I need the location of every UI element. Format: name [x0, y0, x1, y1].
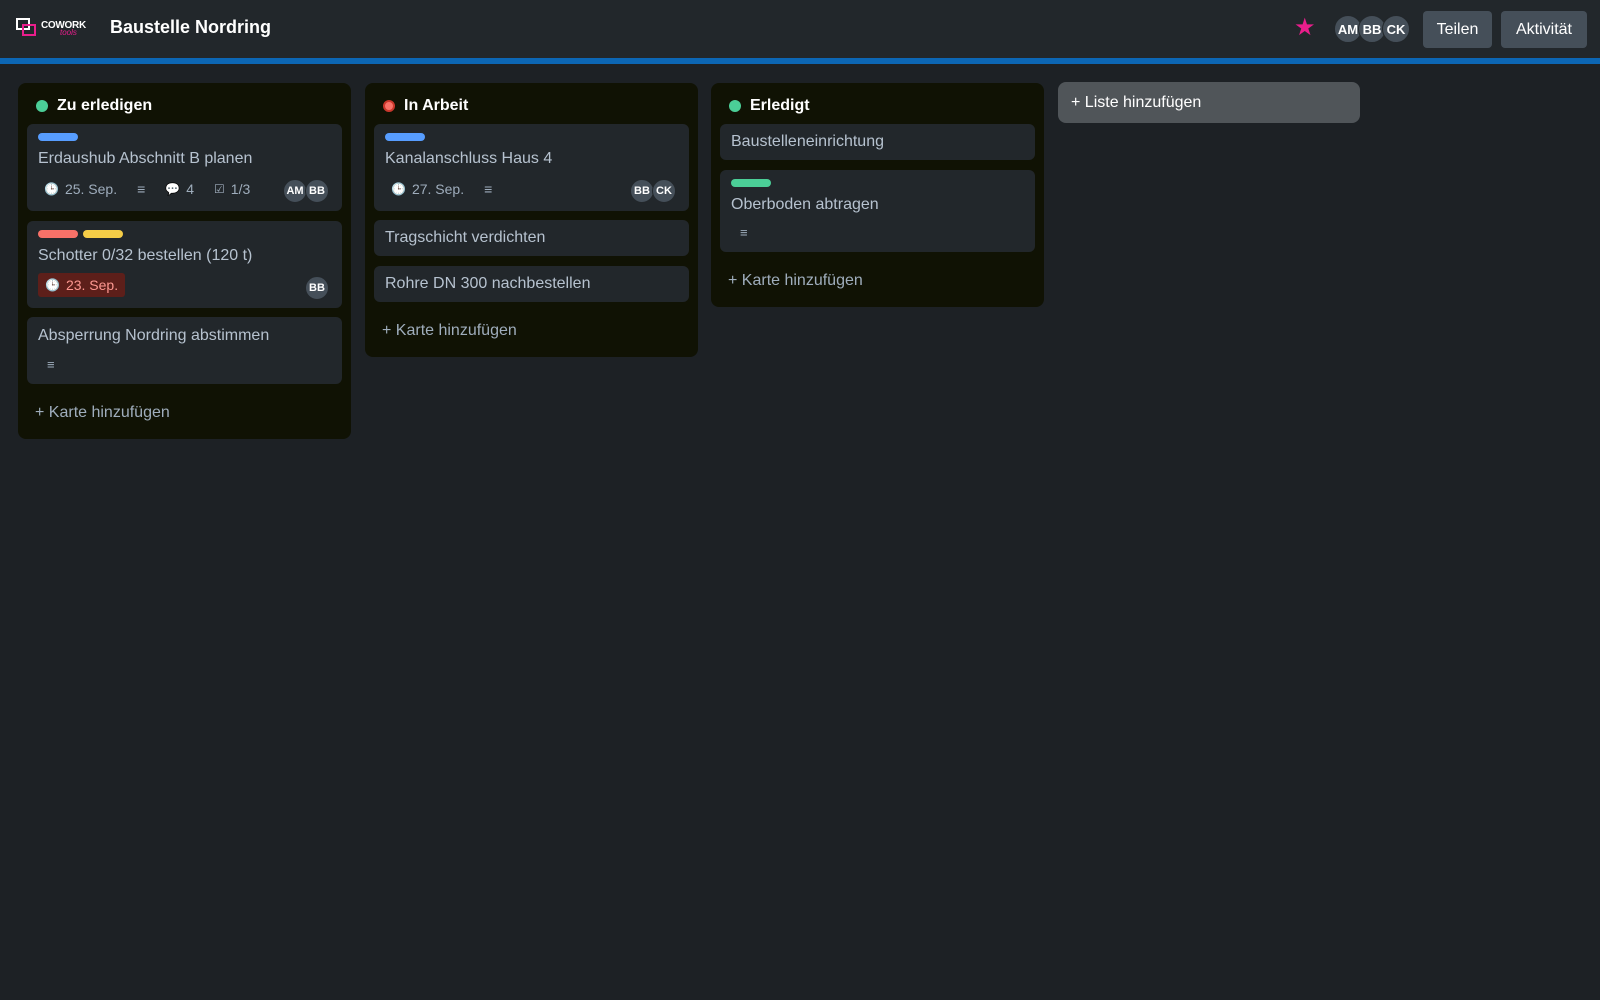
card-labels — [385, 133, 430, 141]
app-logo[interactable]: COWORK tools — [16, 18, 86, 38]
label-blue — [385, 133, 425, 141]
card-title: Absperrung Nordring abstimmen — [38, 327, 270, 344]
due-date: 27. Sep. — [411, 181, 465, 197]
share-button[interactable]: Teilen — [1423, 11, 1492, 48]
star-icon[interactable]: ★ — [1294, 14, 1316, 42]
card-rohre[interactable]: Rohre DN 300 nachbestellen — [374, 266, 689, 302]
label-green — [731, 179, 771, 187]
card-badges: 🕒 25. Sep. ≡ 💬 4 ☑ 1/3 — [44, 181, 270, 197]
avatar[interactable]: CK — [652, 179, 676, 203]
clock-icon: 🕒 — [391, 182, 406, 196]
avatar[interactable]: BB — [305, 179, 329, 203]
card-badges: 🕒 27. Sep. ≡ — [391, 181, 512, 197]
description-icon: ≡ — [47, 357, 55, 372]
label-red — [38, 230, 78, 238]
card-tragschicht[interactable]: Tragschicht verdichten — [374, 220, 689, 256]
comment-icon: 💬 — [165, 182, 181, 196]
list-header[interactable]: Zu erledigen — [36, 97, 152, 115]
card-title: Tragschicht verdichten — [385, 229, 546, 246]
logo-subtext: tools — [60, 28, 77, 37]
card-labels — [38, 133, 83, 141]
description-badge: ≡ — [137, 181, 145, 197]
board-members[interactable]: AM BB CK — [1334, 15, 1410, 43]
card-title: Rohre DN 300 nachbestellen — [385, 275, 591, 292]
avatar[interactable]: BB — [305, 276, 329, 300]
description-icon: ≡ — [484, 181, 493, 197]
board-title[interactable]: Baustelle Nordring — [110, 17, 271, 38]
list-erledigt: Erledigt Baustelleneinrichtung Oberboden… — [711, 83, 1044, 307]
status-dot-icon — [729, 100, 741, 112]
list-title: Zu erledigen — [57, 97, 153, 114]
description-icon: ≡ — [137, 181, 146, 197]
description-badge: ≡ — [484, 181, 492, 197]
add-list-button[interactable]: + Liste hinzufügen — [1058, 82, 1360, 123]
card-members: BB — [305, 276, 329, 300]
label-yellow — [83, 230, 123, 238]
card-absperrung[interactable]: Absperrung Nordring abstimmen ≡ — [27, 317, 342, 384]
card-labels — [38, 230, 128, 238]
header-accent-bar — [0, 58, 1600, 64]
card-title: Kanalanschluss Haus 4 — [385, 150, 553, 167]
card-oberboden[interactable]: Oberboden abtragen ≡ — [720, 170, 1035, 252]
card-title: Schotter 0/32 bestellen (120 t) — [38, 247, 253, 264]
due-date: 23. Sep. — [65, 277, 119, 293]
card-erdaushub[interactable]: Erdaushub Abschnitt B planen 🕒 25. Sep. … — [27, 124, 342, 211]
card-labels — [731, 179, 776, 187]
activity-button[interactable]: Aktivität — [1501, 11, 1587, 48]
card-baustelleneinrichtung[interactable]: Baustelleneinrichtung — [720, 124, 1035, 160]
list-header[interactable]: In Arbeit — [383, 97, 468, 115]
logo-square-accent-icon — [22, 24, 36, 36]
card-schotter[interactable]: Schotter 0/32 bestellen (120 t) 🕒 23. Se… — [27, 221, 342, 308]
status-dot-icon — [36, 100, 48, 112]
avatar[interactable]: BB — [630, 179, 654, 203]
clock-icon: 🕒 — [45, 278, 60, 292]
checklist-progress: 1/3 — [230, 181, 251, 197]
avatar[interactable]: CK — [1382, 15, 1410, 43]
card-title: Baustelleneinrichtung — [731, 133, 884, 150]
due-date-badge: 🕒 27. Sep. — [391, 181, 464, 197]
comment-count: 4 — [186, 181, 195, 197]
add-card-button[interactable]: + Karte hinzufügen — [382, 322, 517, 340]
list-title: Erledigt — [750, 97, 810, 114]
due-date-badge-overdue: 🕒 23. Sep. — [38, 273, 126, 297]
card-members: BB CK — [630, 179, 676, 203]
card-members: AM BB — [283, 179, 329, 203]
due-date: 25. Sep. — [64, 181, 118, 197]
avatar[interactable]: AM — [283, 179, 307, 203]
list-header[interactable]: Erledigt — [729, 97, 810, 115]
add-card-button[interactable]: + Karte hinzufügen — [728, 272, 863, 290]
card-title: Oberboden abtragen — [731, 196, 879, 213]
list-title: In Arbeit — [404, 97, 469, 114]
description-icon: ≡ — [740, 225, 748, 240]
card-badges: 🕒 23. Sep. — [38, 273, 126, 297]
card-title: Erdaushub Abschnitt B planen — [38, 150, 253, 167]
status-dot-icon — [383, 100, 395, 112]
checklist-icon: ☑ — [214, 182, 225, 196]
list-zu-erledigen: Zu erledigen Erdaushub Abschnitt B plane… — [18, 83, 351, 439]
label-blue — [38, 133, 78, 141]
clock-icon: 🕒 — [44, 182, 59, 196]
board-header: COWORK tools Baustelle Nordring ★ AM BB … — [0, 0, 1600, 58]
checklist-badge: ☑ 1/3 — [214, 181, 250, 197]
due-date-badge: 🕒 25. Sep. — [44, 181, 117, 197]
comments-badge: 💬 4 — [165, 181, 194, 197]
list-in-arbeit: In Arbeit Kanalanschluss Haus 4 🕒 27. Se… — [365, 83, 698, 357]
card-kanalanschluss[interactable]: Kanalanschluss Haus 4 🕒 27. Sep. ≡ BB CK — [374, 124, 689, 211]
add-card-button[interactable]: + Karte hinzufügen — [35, 404, 170, 422]
